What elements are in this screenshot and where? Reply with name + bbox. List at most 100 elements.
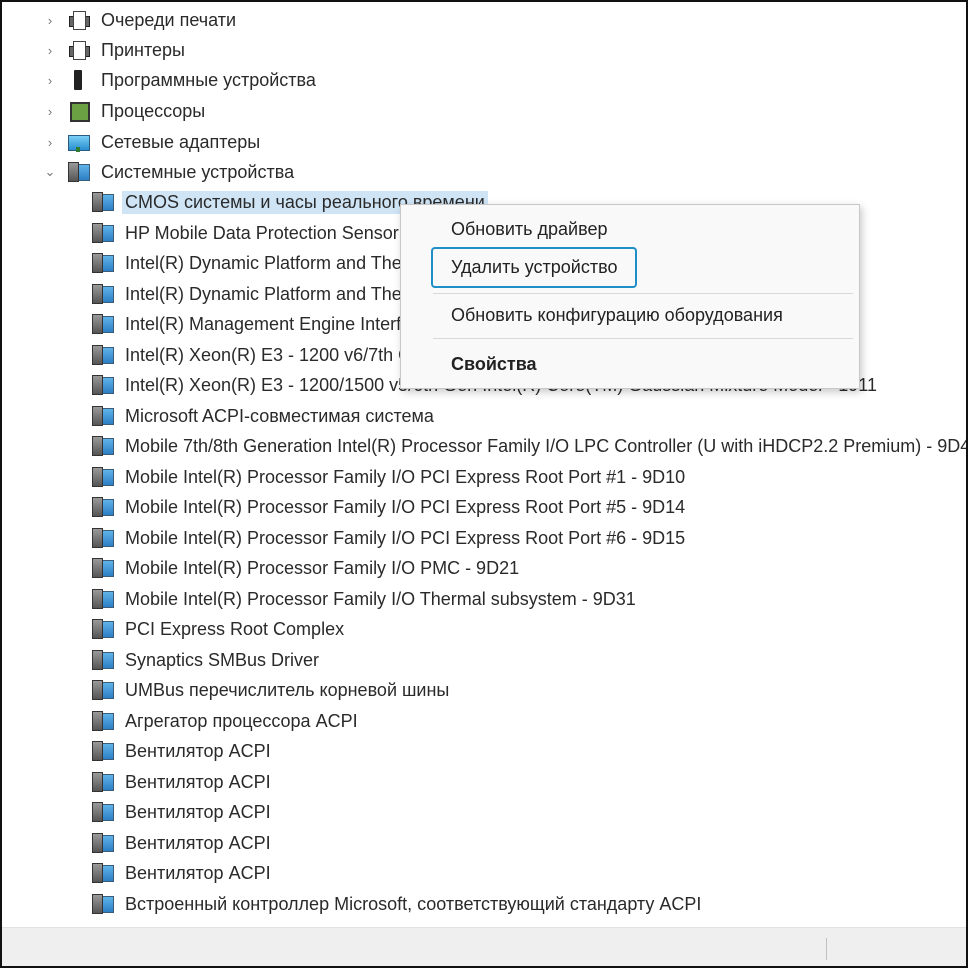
device-item[interactable]: Mobile Intel(R) Processor Family I/O PMC…: [92, 554, 522, 582]
device-item[interactable]: Microsoft ACPI-совместимая система: [92, 402, 437, 430]
device-icon: [92, 406, 114, 426]
menu-separator: [433, 293, 853, 294]
device-item[interactable]: Intel(R) Xeon(R) E3 - 1200 v6/7th Ger: [92, 341, 431, 369]
device-label: Intel(R) Management Engine Interfac: [125, 313, 421, 334]
device-label: UMBus перечислитель корневой шины: [125, 679, 450, 700]
status-bar: [2, 927, 966, 966]
system-device-icon: [68, 162, 90, 182]
device-label: Intel(R) Xeon(R) E3 - 1200 v6/7th Ger: [125, 344, 429, 365]
device-icon: [92, 223, 114, 243]
device-icon: [92, 650, 114, 670]
category-label: Принтеры: [101, 39, 185, 60]
device-item[interactable]: Вентилятор ACPI: [92, 768, 274, 796]
category-label: Системные устройства: [101, 161, 295, 182]
chevron-right-icon[interactable]: ›: [42, 104, 58, 119]
device-label: HP Mobile Data Protection Sensor: [125, 222, 399, 243]
device-icon: [92, 497, 114, 517]
printer-queue-icon: [68, 10, 90, 30]
device-item[interactable]: Intel(R) Dynamic Platform and Therm: [92, 280, 426, 308]
device-item[interactable]: Mobile Intel(R) Processor Family I/O PCI…: [92, 493, 688, 521]
device-label: Mobile Intel(R) Processor Family I/O PCI…: [125, 527, 686, 548]
context-menu: Обновить драйвер Удалить устройство Обно…: [400, 204, 860, 389]
device-icon: [92, 284, 114, 304]
chevron-right-icon[interactable]: ›: [42, 73, 58, 88]
cpu-icon: [68, 101, 90, 122]
menu-item-update-driver[interactable]: Обновить драйвер: [451, 219, 607, 240]
device-label: Synaptics SMBus Driver: [125, 649, 320, 670]
device-icon: [92, 192, 114, 212]
device-label: Вентилятор ACPI: [125, 740, 271, 761]
category-network-adapters[interactable]: › Сетевые адаптеры: [42, 128, 263, 156]
device-icon: [92, 802, 114, 822]
status-bar-divider: [826, 938, 827, 960]
category-label: Очереди печати: [101, 9, 237, 30]
category-label: Процессоры: [101, 100, 206, 121]
chevron-right-icon[interactable]: ›: [42, 13, 58, 28]
firmware-icon: [68, 70, 90, 90]
network-adapter-icon: [68, 132, 90, 152]
device-item[interactable]: Вентилятор ACPI: [92, 737, 274, 765]
chevron-right-icon[interactable]: ›: [42, 43, 58, 58]
device-icon: [92, 741, 114, 761]
device-label: Intel(R) Dynamic Platform and Therm: [125, 252, 423, 273]
device-icon: [92, 253, 114, 273]
device-item[interactable]: UMBus перечислитель корневой шины: [92, 676, 452, 704]
device-label: Mobile 7th/8th Generation Intel(R) Proce…: [125, 435, 968, 456]
device-label: Mobile Intel(R) Processor Family I/O PMC…: [125, 557, 520, 578]
device-label: Встроенный контроллер Microsoft, соответ…: [125, 893, 702, 914]
device-item[interactable]: Агрегатор процессора ACPI: [92, 707, 361, 735]
device-item[interactable]: Synaptics SMBus Driver: [92, 646, 322, 674]
device-icon: [92, 863, 114, 883]
device-label: Вентилятор ACPI: [125, 862, 271, 883]
device-icon: [92, 833, 114, 853]
menu-item-scan-hardware[interactable]: Обновить конфигурацию оборудования: [451, 305, 783, 326]
device-icon: [92, 772, 114, 792]
category-system-devices[interactable]: ⌄ Системные устройства: [42, 158, 297, 186]
device-icon: [92, 894, 114, 914]
device-label: Intel(R) Dynamic Platform and Therm: [125, 283, 423, 304]
device-item[interactable]: Вентилятор ACPI: [92, 829, 274, 857]
chevron-right-icon[interactable]: ›: [42, 135, 58, 150]
device-label: Mobile Intel(R) Processor Family I/O The…: [125, 588, 636, 609]
device-icon: [92, 619, 114, 639]
device-item[interactable]: Mobile Intel(R) Processor Family I/O PCI…: [92, 463, 688, 491]
device-icon: [92, 375, 114, 395]
printer-icon: [68, 40, 90, 60]
device-item[interactable]: Intel(R) Dynamic Platform and Therm: [92, 249, 426, 277]
device-item[interactable]: Вентилятор ACPI: [92, 859, 274, 887]
device-label: Вентилятор ACPI: [125, 771, 271, 792]
menu-item-uninstall-device[interactable]: Удалить устройство: [431, 247, 638, 288]
category-processors[interactable]: › Процессоры: [42, 97, 208, 125]
device-icon: [92, 436, 114, 456]
device-icon: [92, 711, 114, 731]
device-item[interactable]: Mobile 7th/8th Generation Intel(R) Proce…: [92, 432, 968, 460]
device-item[interactable]: Intel(R) Management Engine Interfac: [92, 310, 423, 338]
device-icon: [92, 467, 114, 487]
device-icon: [92, 680, 114, 700]
device-item[interactable]: HP Mobile Data Protection Sensor: [92, 219, 402, 247]
device-item[interactable]: Mobile Intel(R) Processor Family I/O PCI…: [92, 524, 688, 552]
device-icon: [92, 528, 114, 548]
device-label: Microsoft ACPI-совместимая система: [125, 405, 434, 426]
device-label: Вентилятор ACPI: [125, 801, 271, 822]
chevron-down-icon[interactable]: ⌄: [42, 164, 58, 180]
menu-separator: [433, 338, 853, 339]
device-manager-window: › Очереди печати › Принтеры › Программны…: [0, 0, 968, 968]
category-label: Сетевые адаптеры: [101, 131, 261, 152]
category-print-queues[interactable]: › Очереди печати: [42, 6, 239, 34]
device-label: PCI Express Root Complex: [125, 618, 345, 639]
device-item[interactable]: PCI Express Root Complex: [92, 615, 347, 643]
device-icon: [92, 345, 114, 365]
category-software-devices[interactable]: › Программные устройства: [42, 66, 319, 94]
device-item[interactable]: Mobile Intel(R) Processor Family I/O The…: [92, 585, 639, 613]
device-label: Вентилятор ACPI: [125, 832, 271, 853]
device-icon: [92, 558, 114, 578]
device-item[interactable]: Вентилятор ACPI: [92, 798, 274, 826]
device-item[interactable]: Встроенный контроллер Microsoft, соответ…: [92, 890, 704, 918]
device-label: Агрегатор процессора ACPI: [125, 710, 358, 731]
device-label: Mobile Intel(R) Processor Family I/O PCI…: [125, 496, 686, 517]
device-icon: [92, 589, 114, 609]
category-label: Программные устройства: [101, 69, 316, 90]
category-printers[interactable]: › Принтеры: [42, 36, 188, 64]
menu-item-properties[interactable]: Свойства: [451, 354, 537, 375]
